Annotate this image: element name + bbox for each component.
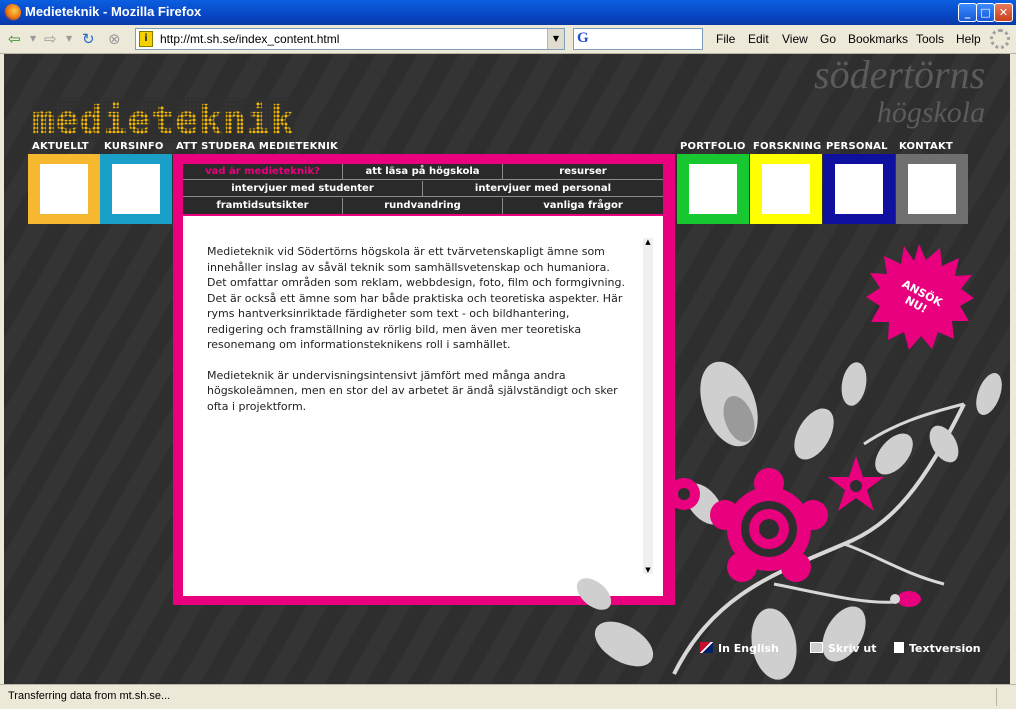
subnav-resurser[interactable]: resurser [503,164,663,180]
tab-aktuellt-box[interactable] [28,154,100,224]
article-paragraph: Medieteknik vid Södertörns högskola är e… [207,245,625,351]
menu-help[interactable]: Help [956,32,981,46]
navigation-toolbar: ⇦ ▼ ⇨ ▼ ↻ ⊗ i http://mt.sh.se/index_cont… [0,25,1016,54]
tab-aktuellt-label[interactable]: AKTUELLT [32,141,89,152]
text-version-link[interactable]: Textversion [894,642,981,655]
reload-icon[interactable]: ↻ [82,29,95,49]
google-icon[interactable]: G [577,30,589,47]
text-version-label: Textversion [909,642,981,655]
minimize-button[interactable]: _ [958,3,977,22]
window-title: Medieteknik - Mozilla Firefox [25,4,202,19]
menu-edit[interactable]: Edit [748,32,769,46]
maximize-button[interactable]: □ [976,3,995,22]
apply-now-badge[interactable]: ANSÖK NU! [864,242,974,352]
firefox-icon [4,4,21,21]
document-icon [894,642,904,653]
uk-flag-icon [700,642,713,653]
menu-go[interactable]: Go [820,32,836,46]
university-logo-line1: södertörns [814,54,986,97]
tab-personal-label[interactable]: PERSONAL [826,141,888,152]
back-dropdown-icon[interactable]: ▼ [30,29,36,49]
window-titlebar: Medieteknik - Mozilla Firefox _ □ ✕ [0,0,1016,25]
print-label: Skriv ut [828,642,877,655]
subnav-intervjuer-studenter[interactable]: intervjuer med studenter [183,181,423,197]
tab-studera-label[interactable]: ATT STUDERA MEDIETEKNIK [176,141,338,152]
status-message: Transferring data from mt.sh.se... [8,690,171,702]
page-viewport: södertörns högskola medieteknik AKTUELLT… [4,54,1010,684]
close-button[interactable]: ✕ [994,3,1013,22]
floral-decoration [576,361,1002,680]
forward-arrow-icon[interactable]: ⇨ [44,29,57,49]
university-logo-line2: högskola [876,96,986,129]
search-input[interactable]: G [573,28,703,50]
tab-portfolio-label[interactable]: PORTFOLIO [680,141,746,152]
status-bar: Transferring data from mt.sh.se... [0,684,1016,709]
tab-personal-box[interactable] [823,154,895,224]
tab-portfolio-box[interactable] [677,154,749,224]
tab-forskning-label[interactable]: FORSKNING [753,141,821,152]
in-english-link[interactable]: In English [700,642,779,655]
printer-icon [810,642,823,653]
subnav-vad-ar-medieteknik[interactable]: vad är medieteknik? [183,164,343,180]
subnav-att-lasa-pa-hogskola[interactable]: att läsa på högskola [343,164,503,180]
tab-kursinfo-box[interactable] [100,154,172,224]
throbber-icon [990,29,1010,49]
subnav-framtidsutsikter[interactable]: framtidsutsikter [183,198,343,214]
resize-grip[interactable] [996,688,1014,706]
menu-tools[interactable]: Tools [916,32,944,46]
university-logo[interactable]: södertörns högskola [814,54,986,132]
subnav-rundvandring[interactable]: rundvandring [343,198,503,214]
site-logo[interactable]: medieteknik [32,98,295,142]
forward-dropdown-icon[interactable]: ▼ [66,29,72,49]
sub-navigation: vad är medieteknik? att läsa på högskola… [183,164,663,214]
subnav-intervjuer-personal[interactable]: intervjuer med personal [423,181,663,197]
in-english-label: In English [718,642,779,655]
scroll-up-icon[interactable]: ▲ [643,238,653,246]
tab-kontakt-box[interactable] [896,154,968,224]
menu-file[interactable]: File [716,32,735,46]
address-dropdown-icon[interactable]: ▼ [547,29,564,49]
tab-forskning-box[interactable] [750,154,822,224]
print-link[interactable]: Skriv ut [810,642,877,655]
tab-kontakt-label[interactable]: KONTAKT [899,141,953,152]
menu-view[interactable]: View [782,32,808,46]
address-bar[interactable]: i http://mt.sh.se/index_content.html ▼ [135,28,565,50]
address-url[interactable]: http://mt.sh.se/index_content.html [160,32,339,46]
tab-kursinfo-label[interactable]: KURSINFO [104,141,164,152]
menu-bookmarks[interactable]: Bookmarks [848,32,908,46]
stop-icon[interactable]: ⊗ [108,29,121,49]
site-identity-icon: i [139,31,153,47]
subnav-vanliga-fragor[interactable]: vanliga frågor [503,198,663,214]
back-arrow-icon[interactable]: ⇦ [8,29,21,49]
